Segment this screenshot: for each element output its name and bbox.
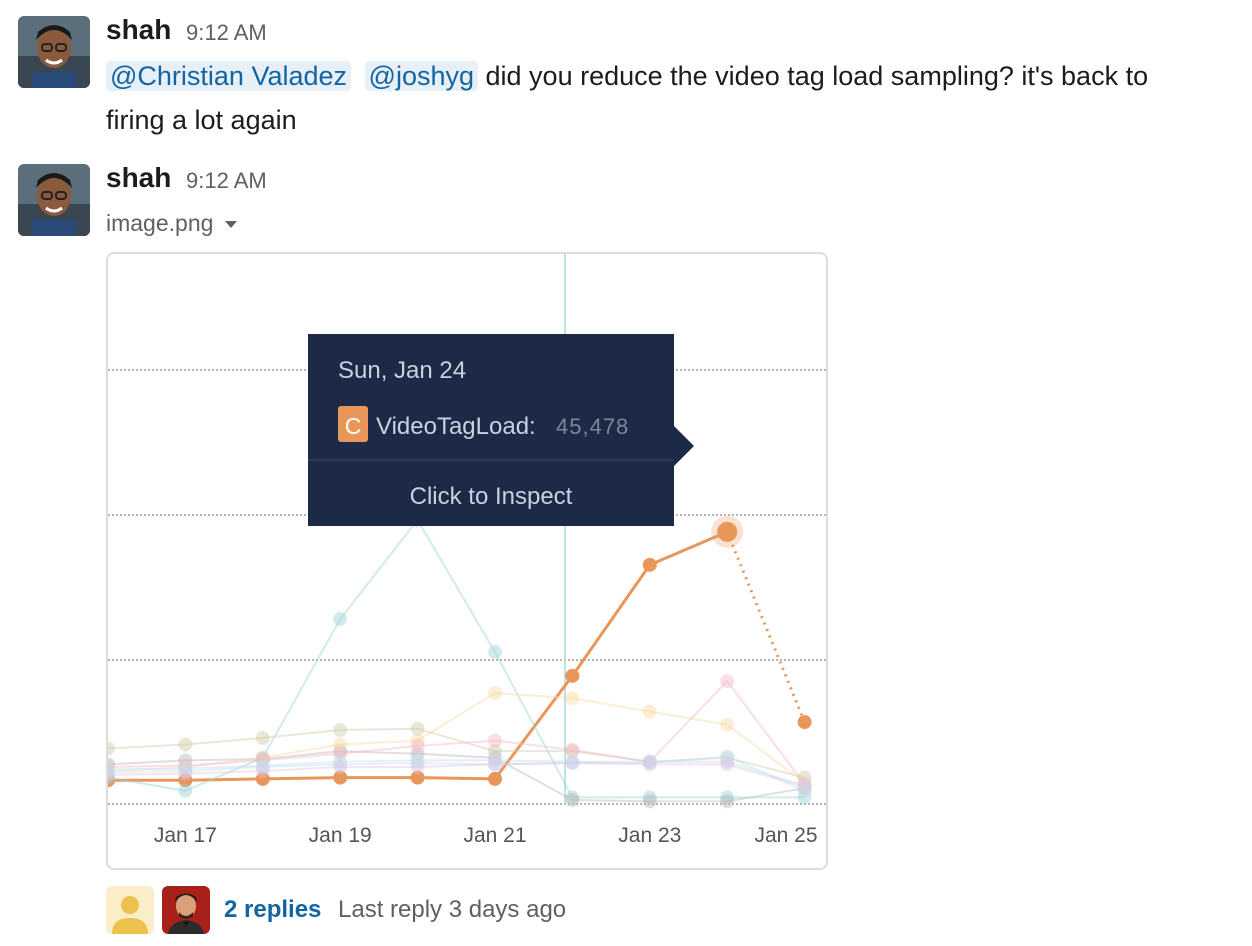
last-reply-text: Last reply 3 days ago xyxy=(338,896,567,923)
timestamp[interactable]: 9:12 AM xyxy=(186,168,267,194)
mention-christian[interactable]: @Christian Valadez xyxy=(106,61,352,91)
data-point xyxy=(488,771,502,786)
data-point xyxy=(108,741,115,756)
data-point xyxy=(720,674,735,689)
data-point xyxy=(797,779,812,794)
data-point xyxy=(178,783,193,798)
data-point xyxy=(178,766,193,781)
data-point xyxy=(488,757,502,772)
timestamp[interactable]: 9:12 AM xyxy=(186,20,267,46)
data-point xyxy=(797,715,812,730)
data-point-highlighted xyxy=(717,521,738,542)
tooltip-value-blurred: 45,478 xyxy=(556,414,629,439)
data-point xyxy=(720,717,735,732)
data-point xyxy=(642,557,657,572)
data-point xyxy=(255,763,270,778)
tooltip-date: Sun, Jan 24 xyxy=(338,357,466,384)
data-point xyxy=(333,760,348,775)
attachment-filename[interactable]: image.png xyxy=(106,210,213,236)
data-point xyxy=(333,612,348,627)
mention-joshyg[interactable]: @joshyg xyxy=(364,61,478,91)
replies-link[interactable]: 2 replies xyxy=(224,896,321,924)
tooltip-series-label: VideoTagLoad: xyxy=(376,413,536,440)
data-point xyxy=(642,794,657,809)
message-line-2: firing a lot again xyxy=(106,105,297,135)
series-line-dotted xyxy=(725,531,806,723)
x-tick-label: Jan 19 xyxy=(309,824,372,847)
x-tick-label: Jan 17 xyxy=(154,824,217,847)
line-chart: Jan 17 Jan 19 Jan 21 Jan 23 Jan 25 Sun, Jan 2… xyxy=(108,254,826,847)
data-point xyxy=(488,686,502,701)
data-point xyxy=(488,733,502,748)
data-point xyxy=(565,793,580,808)
data-point xyxy=(178,737,193,752)
data-point xyxy=(565,668,580,683)
avatar[interactable] xyxy=(162,886,210,934)
x-tick-label: Jan 25 xyxy=(754,824,817,847)
avatar[interactable] xyxy=(106,886,154,934)
data-point xyxy=(565,691,580,706)
data-point xyxy=(255,730,270,745)
data-point xyxy=(642,757,657,772)
series-badge-letter: C xyxy=(345,413,362,439)
data-point xyxy=(642,704,657,719)
x-tick-label: Jan 21 xyxy=(463,824,526,847)
tooltip-action: Click to Inspect xyxy=(410,483,573,510)
avatar[interactable] xyxy=(18,16,90,88)
image-attachment[interactable]: Jan 17 Jan 19 Jan 21 Jan 23 Jan 25 Sun, Jan 2… xyxy=(106,252,828,870)
avatar[interactable] xyxy=(18,164,90,236)
attachment-name[interactable]: image.png xyxy=(106,210,238,237)
data-point xyxy=(720,794,735,809)
data-point xyxy=(333,723,348,738)
message-line-1: did you reduce the video tag load sampli… xyxy=(485,61,1149,91)
caret-down-icon[interactable] xyxy=(225,221,238,229)
author-name[interactable]: shah xyxy=(106,14,171,46)
data-point xyxy=(410,760,425,775)
data-point xyxy=(720,757,735,772)
x-tick-label: Jan 23 xyxy=(618,824,681,847)
message-text: @Christian Valadez @joshyg did you reduc… xyxy=(106,54,1236,142)
data-point xyxy=(565,756,580,771)
data-point xyxy=(488,645,502,660)
data-point xyxy=(410,738,425,753)
author-name[interactable]: shah xyxy=(106,162,171,194)
